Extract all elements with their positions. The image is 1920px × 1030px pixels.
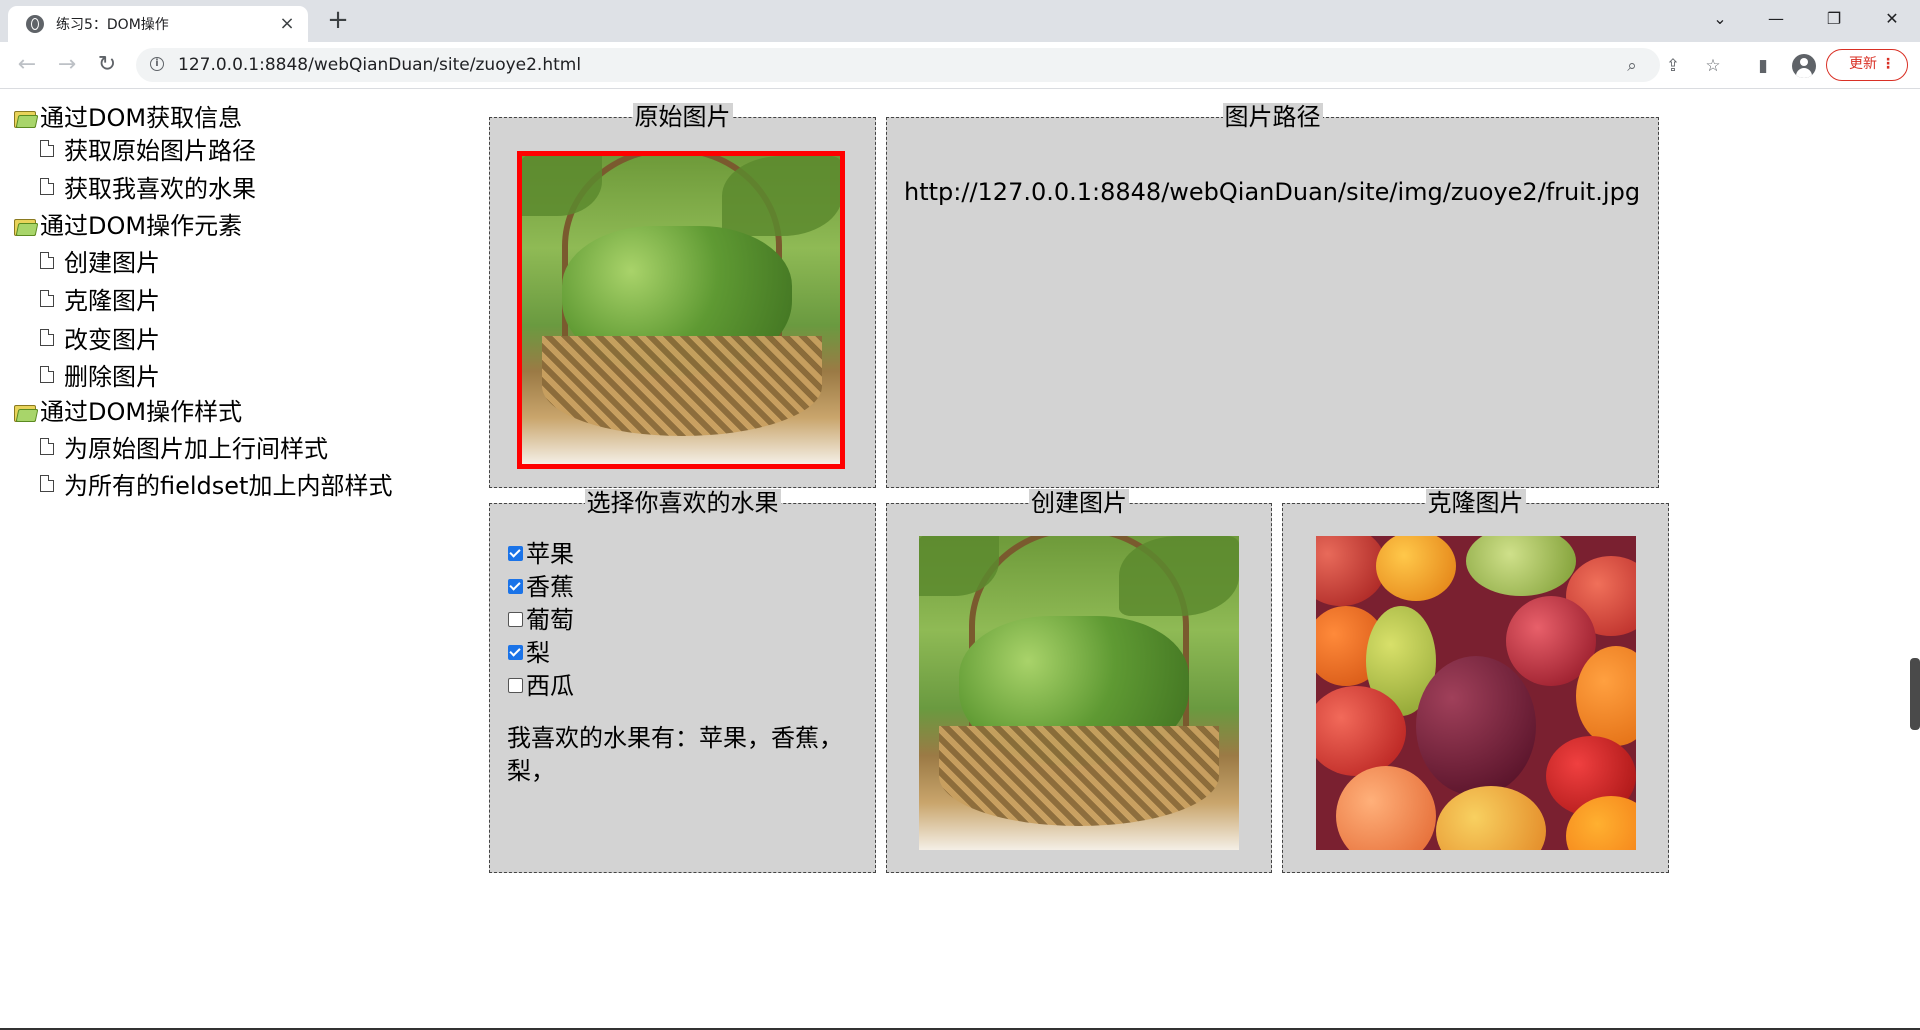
tree-item-change-image[interactable]: 改变图片 xyxy=(40,323,160,357)
tab-search-icon[interactable]: ⌄ xyxy=(1692,0,1748,38)
page-icon xyxy=(40,366,54,383)
legend-image-path: 图片路径 xyxy=(1222,103,1323,131)
tree-item-label: 为所有的fieldset加上内部样式 xyxy=(64,472,393,500)
page-icon xyxy=(40,475,54,492)
tree-item-label: 改变图片 xyxy=(64,326,160,354)
folder-open-icon xyxy=(14,403,39,422)
tree-item-inline-style[interactable]: 为原始图片加上行间样式 xyxy=(40,432,328,466)
tree-item-label: 获取原始图片路径 xyxy=(64,137,256,165)
tree-group-operate-elements[interactable]: 通过DOM操作元素 xyxy=(14,209,242,243)
original-grape-image[interactable] xyxy=(517,151,845,469)
folder-open-icon xyxy=(14,217,39,236)
tab-strip: 练习5：DOM操作 × + ⌄ — ❐ ✕ xyxy=(0,0,1920,42)
browser-tab[interactable]: 练习5：DOM操作 × xyxy=(8,6,308,42)
update-label: 更新 xyxy=(1849,56,1877,72)
menu-dots-icon: ⋮ xyxy=(1881,56,1895,72)
fruit-option-grape[interactable]: 葡萄 xyxy=(508,607,574,634)
page-icon xyxy=(40,329,54,346)
fruit-option-label: 葡萄 xyxy=(526,606,574,634)
fruit-option-banana[interactable]: 香蕉 xyxy=(508,574,574,601)
tree-group-label: 通过DOM操作样式 xyxy=(40,398,243,426)
site-info-icon[interactable]: i xyxy=(150,57,164,71)
scrollbar-thumb[interactable] xyxy=(1910,658,1920,730)
image-path-text: http://127.0.0.1:8848/webQianDuan/site/i… xyxy=(904,178,1641,206)
update-button[interactable]: 更新 ⋮ xyxy=(1826,49,1908,81)
legend-original-image: 原始图片 xyxy=(632,103,733,131)
tree-item-label: 创建图片 xyxy=(64,249,160,277)
tree-item-label: 为原始图片加上行间样式 xyxy=(64,435,328,463)
fieldset-image-path: 图片路径 http://127.0.0.1:8848/webQianDuan/s… xyxy=(886,103,1659,488)
fruit-option-watermelon[interactable]: 西瓜 xyxy=(508,673,574,700)
sidebar-icon[interactable]: ▮ xyxy=(1752,55,1774,77)
close-window-button[interactable]: ✕ xyxy=(1864,0,1920,38)
checkbox[interactable] xyxy=(508,645,523,660)
page-icon xyxy=(40,252,54,269)
legend-create-image: 创建图片 xyxy=(1029,489,1129,517)
fieldset-create-image: 创建图片 xyxy=(886,489,1272,873)
address-bar[interactable]: i 127.0.0.1:8848/webQianDuan/site/zuoye2… xyxy=(136,48,1660,82)
legend-choose-fruit: 选择你喜欢的水果 xyxy=(584,489,781,517)
tree-item-label: 克隆图片 xyxy=(64,287,160,315)
favorite-fruit-result: 我喜欢的水果有：苹果，香蕉，梨， xyxy=(507,724,843,785)
tree-group-operate-styles[interactable]: 通过DOM操作样式 xyxy=(14,395,242,429)
fruit-option-label: 苹果 xyxy=(526,540,574,568)
globe-icon xyxy=(26,15,44,33)
reload-icon[interactable]: ↻ xyxy=(92,50,122,80)
fruit-option-label: 西瓜 xyxy=(526,672,574,700)
fieldset-original-image: 原始图片 xyxy=(489,103,876,488)
tree-item-label: 获取我喜欢的水果 xyxy=(64,175,256,203)
page-icon xyxy=(40,140,54,157)
fruit-option-apple[interactable]: 苹果 xyxy=(508,541,574,568)
minimize-button[interactable]: — xyxy=(1748,0,1804,38)
new-tab-button[interactable]: + xyxy=(324,6,352,34)
forward-arrow-icon[interactable]: → xyxy=(52,50,82,80)
page-icon xyxy=(40,178,54,195)
tree-item-get-path[interactable]: 获取原始图片路径 xyxy=(40,134,256,168)
fruit-option-pear[interactable]: 梨 xyxy=(508,640,550,667)
share-icon[interactable]: ⇪ xyxy=(1662,55,1684,77)
legend-clone-image: 克隆图片 xyxy=(1425,489,1526,517)
tree-item-get-fruit[interactable]: 获取我喜欢的水果 xyxy=(40,172,256,206)
browser-toolbar: ← → ↻ i 127.0.0.1:8848/webQianDuan/site/… xyxy=(0,42,1920,89)
checkbox[interactable] xyxy=(508,579,523,594)
fieldset-choose-fruit: 选择你喜欢的水果 苹果 香蕉 葡萄 梨 西瓜 我喜欢的水果有：苹果，香蕉，梨， xyxy=(489,489,876,873)
tree-item-clone-image[interactable]: 克隆图片 xyxy=(40,284,160,318)
fieldset-clone-image: 克隆图片 xyxy=(1282,489,1669,873)
page-content: 通过DOM获取信息 获取原始图片路径 获取我喜欢的水果 通过DOM操作元素 创建… xyxy=(0,89,1920,1030)
tree-item-delete-image[interactable]: 删除图片 xyxy=(40,360,160,394)
zoom-icon[interactable]: ⌕ xyxy=(1622,56,1642,76)
tree-item-fieldset-style[interactable]: 为所有的fieldset加上内部样式 xyxy=(40,469,392,503)
tree-group-get-info[interactable]: 通过DOM获取信息 xyxy=(14,101,242,135)
cloned-fruit-image[interactable] xyxy=(1316,536,1636,850)
profile-icon[interactable] xyxy=(1792,54,1816,78)
tree-item-label: 删除图片 xyxy=(64,363,160,391)
url-text[interactable]: 127.0.0.1:8848/webQianDuan/site/zuoye2.h… xyxy=(178,48,581,82)
checkbox[interactable] xyxy=(508,678,523,693)
checkbox[interactable] xyxy=(508,612,523,627)
star-icon[interactable]: ☆ xyxy=(1702,55,1724,77)
created-grape-image[interactable] xyxy=(919,536,1239,850)
checkbox[interactable] xyxy=(508,546,523,561)
restore-button[interactable]: ❐ xyxy=(1806,0,1862,38)
close-tab-icon[interactable]: × xyxy=(276,13,298,35)
tree-group-label: 通过DOM操作元素 xyxy=(40,212,243,240)
fruit-option-label: 梨 xyxy=(526,639,550,667)
tree-group-label: 通过DOM获取信息 xyxy=(40,104,243,132)
fruit-option-label: 香蕉 xyxy=(526,573,574,601)
back-arrow-icon[interactable]: ← xyxy=(12,50,42,80)
page-icon xyxy=(40,438,54,455)
page-icon xyxy=(40,290,54,307)
folder-open-icon xyxy=(14,109,39,128)
tab-title: 练习5：DOM操作 xyxy=(56,17,169,33)
tree-item-create-image[interactable]: 创建图片 xyxy=(40,246,160,280)
